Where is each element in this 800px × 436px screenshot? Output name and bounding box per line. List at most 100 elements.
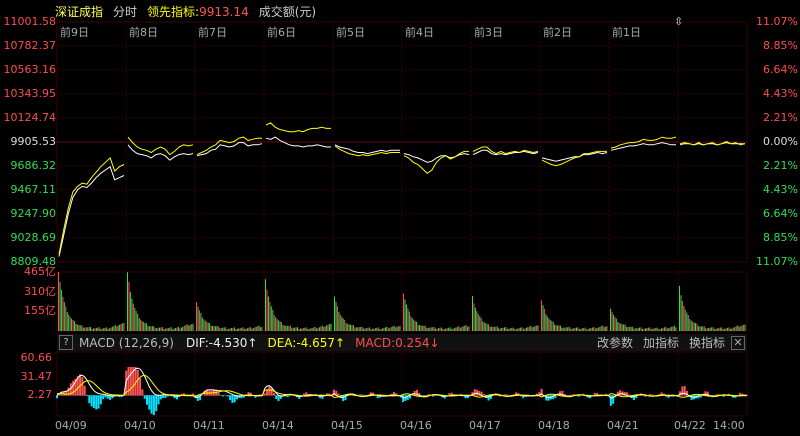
volume-bar [327,324,329,331]
volume-label: 155亿 [24,304,56,318]
volume-bar [269,302,271,331]
volume-bar [570,328,572,331]
volume-bar [700,326,702,331]
percent-label: 6.64% [763,63,798,76]
add-indicator-button[interactable]: 加指标 [643,334,679,351]
volume-bar [186,324,188,331]
volume-bar [311,327,313,331]
switch-indicator-button[interactable]: 换指标 [689,334,725,351]
volume-bar [239,328,241,331]
volume-bar [627,327,629,331]
volume-bar [426,327,428,331]
volume-bar [292,327,294,331]
volume-bar [482,321,484,331]
volume-bar [455,327,457,331]
volume-bar [348,324,350,331]
volume-bar [684,309,686,331]
volume-bar [709,327,711,331]
volume-bar [649,327,651,331]
index-name[interactable]: 深证成指 [55,4,103,20]
volume-bar [93,328,94,331]
price-line-day-8 [541,151,608,162]
volume-bar [662,327,664,331]
volume-bar [477,314,479,331]
volume-bar [276,319,278,331]
volume-bar [675,327,677,331]
volume-bar [715,328,717,331]
volume-bar [708,327,710,331]
volume-bar [106,327,108,331]
volume-bar [267,296,269,331]
volume-bar [712,327,714,331]
volume-bar [248,327,250,331]
scroll-marker-icon[interactable]: ⇳ [674,16,683,28]
volume-bar [210,325,212,331]
volume-bar [339,314,341,331]
volume-bar [304,327,306,331]
volume-bar [260,327,262,331]
volume-bar [297,327,298,331]
volume-bar [561,327,563,331]
volume-bar [258,325,260,331]
price-label: 10343.95 [3,87,57,100]
volume-bar [214,326,216,331]
chart-mode[interactable]: 分时 [113,4,137,20]
volume-bar [201,317,203,331]
date-label: 04/14 [262,419,294,432]
volume-bar [222,327,224,331]
volume-bar [509,328,511,331]
volume-bar [734,326,736,331]
volume-bar [600,326,602,331]
volume-bar [200,313,202,331]
volume-bar [476,311,478,331]
volume-bar [191,324,193,331]
volume-bar [584,327,586,331]
volume-bar [281,322,282,331]
volume-bar [468,326,470,331]
volume-bar [451,329,453,331]
volume-bar [545,314,547,331]
volume-bar [275,317,277,331]
volume-bar [421,325,423,331]
volume-bar [448,327,450,331]
volume-bar [438,328,439,331]
volume-bar [699,326,701,331]
price-label: 11001.58 [3,15,57,28]
volume-bar [148,326,150,331]
volume-bar [486,323,488,331]
date-label: 04/09 [55,419,87,432]
volume-bar [318,327,320,331]
help-icon[interactable]: ? [59,335,73,350]
volume-bar [334,296,335,331]
volume-bar [366,328,367,331]
dea-value: DEA:-4.657↑ [267,335,346,350]
volume-bar [647,327,649,331]
volume-bar [159,327,160,331]
volume-bar [439,327,441,331]
volume-bar [623,324,625,331]
macd-name[interactable]: MACD (12,26,9) [79,336,174,350]
volume-bar [360,327,362,331]
volume-bar [324,326,326,331]
date-label: 04/10 [124,419,156,432]
volume-bar [730,328,731,331]
volume-bar [479,316,481,331]
close-icon[interactable]: ✕ [731,335,745,350]
volume-bar [549,319,551,331]
volume-bar [369,327,370,331]
volume-bar [109,328,110,331]
volume-bar [213,326,215,331]
volume-bar [216,326,218,331]
date-label: 04/17 [469,419,501,432]
price-line-day-8 [541,150,607,167]
volume-bar [71,318,73,331]
percent-label: 11.07% [756,255,798,268]
volume-bar [633,328,635,331]
volume-bar [634,328,636,331]
percent-label: 4.43% [763,183,798,196]
volume-bar [104,327,106,331]
change-params-button[interactable]: 改参数 [597,334,633,351]
volume-bar [305,327,307,331]
volume-bar [164,328,166,331]
volume-bar [272,310,274,331]
